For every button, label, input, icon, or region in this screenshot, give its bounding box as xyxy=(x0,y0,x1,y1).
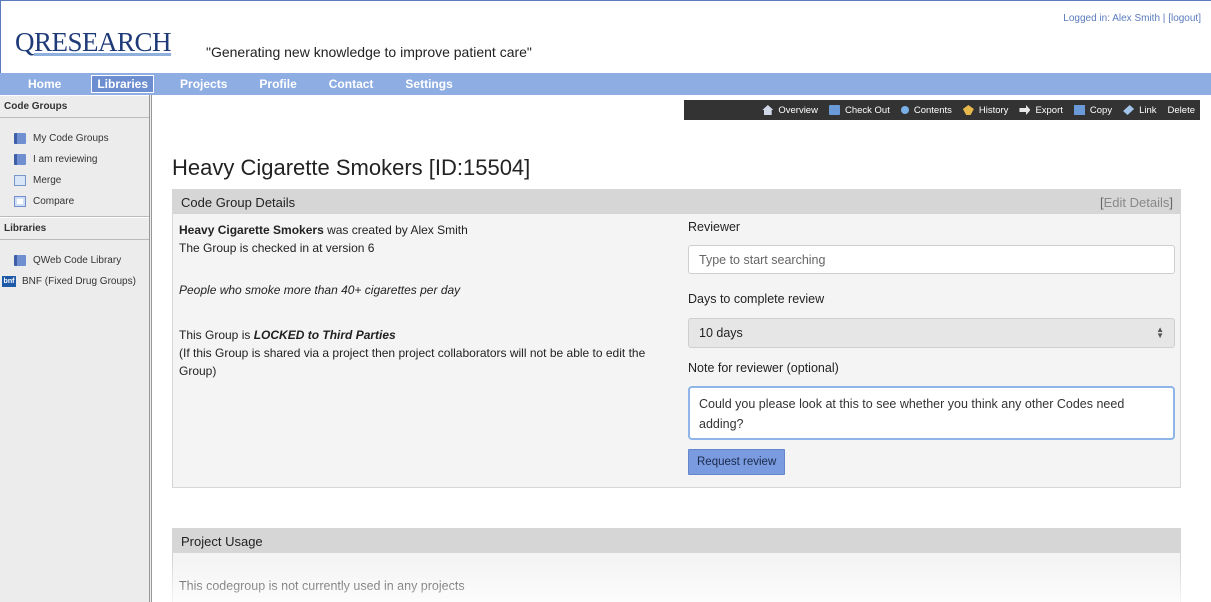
nav-settings[interactable]: Settings xyxy=(399,75,458,93)
toolbar-label: Copy xyxy=(1089,104,1113,116)
sidebar-item-label: My Code Groups xyxy=(33,133,109,144)
sidebar-item-bnf[interactable]: bnf BNF (Fixed Drug Groups) xyxy=(0,271,149,292)
home-icon xyxy=(762,105,774,115)
qresearch-logo[interactable]: Q RESEARCH xyxy=(15,27,172,58)
details-summary: Heavy Cigarette Smokers was created by A… xyxy=(179,221,679,380)
sidebar-item-my-code-groups[interactable]: My Code Groups xyxy=(0,128,149,149)
version-line: The Group is checked in at version 6 xyxy=(179,241,375,255)
edit-details-link[interactable]: [Edit Details] xyxy=(1100,195,1173,210)
days-select-value: 10 days xyxy=(699,326,743,340)
created-by-line: Heavy Cigarette Smokers was created by A… xyxy=(179,221,679,239)
toolbar-label: Delete xyxy=(1167,104,1195,116)
toolbar-overview[interactable]: Overview xyxy=(762,105,818,116)
nav-libraries[interactable]: Libraries xyxy=(91,75,155,93)
project-usage-panel: Project Usage This codegroup is not curr… xyxy=(172,528,1181,602)
sidebar-heading-code-groups: Code Groups xyxy=(0,95,149,118)
link-icon xyxy=(1123,105,1135,115)
magnifier-icon xyxy=(900,106,909,114)
sidebar-item-merge[interactable]: Merge xyxy=(0,170,149,191)
check-out-icon xyxy=(828,105,840,115)
sidebar-item-i-am-reviewing[interactable]: I am reviewing xyxy=(0,149,149,170)
book-icon xyxy=(14,154,26,165)
nav-contact[interactable]: Contact xyxy=(323,75,380,93)
request-review-button[interactable]: Request review xyxy=(688,449,786,475)
toolbar-label: Export xyxy=(1035,104,1063,116)
compare-icon xyxy=(14,196,26,207)
book-icon xyxy=(14,133,26,144)
days-select[interactable]: 10 days ▲ ▼ xyxy=(688,318,1175,348)
logo-q: Q xyxy=(15,27,35,57)
history-icon xyxy=(962,105,974,115)
toolbar-check-out[interactable]: Check Out xyxy=(828,104,890,116)
edit-details-label: Edit Details xyxy=(1103,194,1170,210)
toolbar-link[interactable]: Link xyxy=(1123,104,1157,116)
merge-icon xyxy=(14,175,26,186)
select-arrows-icon: ▲ ▼ xyxy=(1156,325,1164,340)
project-usage-text: This codegroup is not currently used in … xyxy=(179,579,465,593)
lock-prefix: This Group is xyxy=(179,328,254,342)
created-by-text: was created by Alex Smith xyxy=(323,223,468,237)
sidebar-item-label: BNF (Fixed Drug Groups) xyxy=(22,276,136,287)
toolbar-label: Link xyxy=(1139,104,1157,116)
request-review-form: Reviewer Type to start searching Days to… xyxy=(688,220,1176,475)
nav-home[interactable]: Home xyxy=(10,75,71,93)
days-label: Days to complete review xyxy=(688,292,825,306)
lock-status-line: This Group is LOCKED to Third Parties xyxy=(179,326,679,344)
libraries-list: QWeb Code Library bnf BNF (Fixed Drug Gr… xyxy=(0,240,149,296)
logout-link[interactable]: [logout] xyxy=(1168,13,1201,24)
sidebar-item-label: Compare xyxy=(33,196,75,207)
code-groups-list: My Code Groups I am reviewing Merge Comp… xyxy=(0,118,149,217)
app-header: Q RESEARCH "Generating new knowledge to i… xyxy=(0,0,1211,73)
export-icon xyxy=(1019,105,1031,115)
reviewer-label: Reviewer xyxy=(688,220,741,234)
sidebar-item-qweb-code-library[interactable]: QWeb Code Library xyxy=(0,250,149,271)
lock-note: (If this Group is shared via a project t… xyxy=(179,346,646,378)
login-user-text: Logged in: Alex Smith | xyxy=(1063,13,1169,24)
toolbar-delete[interactable]: Delete xyxy=(1168,105,1195,116)
sidebar-item-label: I am reviewing xyxy=(33,154,98,165)
sidebar-heading-libraries: Libraries xyxy=(0,217,149,240)
lock-status: LOCKED to Third Parties xyxy=(253,328,396,342)
group-name: Heavy Cigarette Smokers xyxy=(179,223,324,237)
note-label: Note for reviewer (optional) xyxy=(688,361,839,375)
code-group-details-panel: Code Group Details [Edit Details] Heavy … xyxy=(172,189,1181,488)
toolbar-label: Check Out xyxy=(844,104,890,116)
code-group-toolbar: Overview Check Out Contents History Expo… xyxy=(684,100,1200,120)
toolbar-contents[interactable]: Contents xyxy=(900,104,952,116)
tagline: "Generating new knowledge to improve pat… xyxy=(206,44,532,60)
nav-projects[interactable]: Projects xyxy=(174,75,233,93)
sidebar-item-compare[interactable]: Compare xyxy=(0,191,149,212)
toolbar-label: History xyxy=(978,104,1009,116)
logo-text: RESEARCH xyxy=(34,27,172,57)
group-description: People who smoke more than 40+ cigarette… xyxy=(179,283,461,297)
sidebar: Code Groups My Code Groups I am reviewin… xyxy=(0,95,152,602)
panel-title: Project Usage xyxy=(181,533,263,549)
panel-header: Project Usage xyxy=(173,529,1180,553)
toolbar-label: Overview xyxy=(778,104,818,116)
note-textarea[interactable]: Could you please look at this to see whe… xyxy=(688,386,1175,440)
copy-icon xyxy=(1073,105,1085,115)
login-status: Logged in: Alex Smith | [logout] xyxy=(1063,13,1201,24)
toolbar-label: Contents xyxy=(913,104,952,116)
bnf-icon: bnf xyxy=(2,276,16,287)
sidebar-item-label: Merge xyxy=(33,175,62,186)
toolbar-copy[interactable]: Copy xyxy=(1073,104,1113,116)
toolbar-export[interactable]: Export xyxy=(1019,104,1063,116)
toolbar-history[interactable]: History xyxy=(962,104,1009,116)
main-nav: Home Libraries Projects Profile Contact … xyxy=(0,73,1211,95)
nav-profile[interactable]: Profile xyxy=(253,75,302,93)
sidebar-item-label: QWeb Code Library xyxy=(33,255,122,266)
panel-header: Code Group Details [Edit Details] xyxy=(173,190,1180,214)
panel-title: Code Group Details xyxy=(181,194,296,210)
book-icon xyxy=(14,255,26,266)
reviewer-search-input[interactable]: Type to start searching xyxy=(688,245,1175,274)
page-title: Heavy Cigarette Smokers [ID:15504] xyxy=(172,155,531,180)
